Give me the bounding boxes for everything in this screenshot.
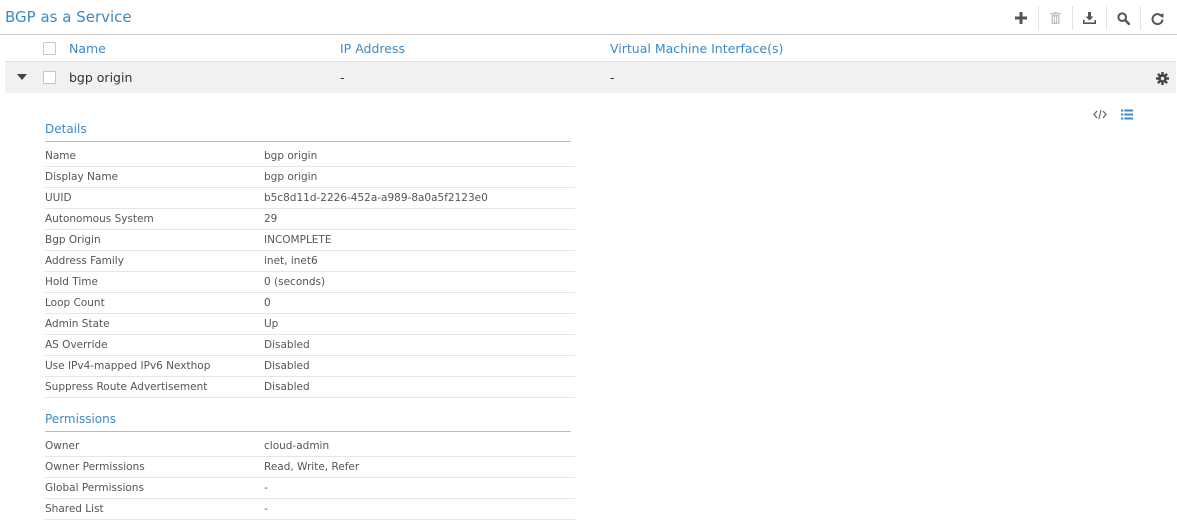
- detail-label: Admin State: [45, 318, 110, 330]
- detail-label: Shared List: [45, 503, 104, 515]
- detail-row: Address Family inet, inet6: [45, 251, 575, 272]
- refresh-icon: [1151, 12, 1164, 25]
- detail-value: Disabled: [264, 381, 310, 393]
- trash-icon: [1050, 12, 1061, 24]
- detail-row: Autonomous System 29: [45, 209, 575, 230]
- detail-value: INCOMPLETE: [264, 234, 332, 246]
- detail-value: Read, Write, Refer: [264, 461, 360, 473]
- download-icon: [1083, 12, 1096, 24]
- export-button[interactable]: [1072, 6, 1106, 30]
- detail-row: UUID b5c8d11d-2226-452a-a989-8a0a5f2123e0: [45, 188, 575, 209]
- row-checkbox[interactable]: [43, 71, 56, 84]
- detail-label: Display Name: [45, 171, 119, 183]
- detail-value: bgp origin: [264, 150, 318, 162]
- plus-icon: [1015, 12, 1027, 24]
- list-view-icon[interactable]: [1121, 105, 1133, 124]
- detail-label: Hold Time: [45, 276, 98, 288]
- search-button[interactable]: [1106, 6, 1140, 30]
- detail-value: 29: [264, 213, 278, 225]
- code-view-icon[interactable]: [1093, 105, 1107, 124]
- detail-value: b5c8d11d-2226-452a-a989-8a0a5f2123e0: [264, 192, 488, 204]
- delete-button[interactable]: [1038, 6, 1072, 30]
- detail-value: Disabled: [264, 339, 310, 351]
- select-all-checkbox[interactable]: [43, 42, 56, 55]
- expand-caret-icon[interactable]: [17, 74, 27, 80]
- detail-label: Use IPv4-mapped IPv6 Nexthop: [45, 360, 211, 372]
- detail-label: Name: [45, 150, 76, 162]
- detail-label: Autonomous System: [45, 213, 154, 225]
- gear-icon[interactable]: [1156, 70, 1169, 89]
- detail-value: 0 (seconds): [264, 276, 326, 288]
- detail-row: Global Permissions -: [45, 478, 575, 499]
- table-row[interactable]: bgp origin - -: [5, 61, 1176, 93]
- detail-row: Loop Count 0: [45, 293, 575, 314]
- detail-row: Hold Time 0 (seconds): [45, 272, 575, 293]
- permissions-section-title: Permissions: [45, 412, 116, 426]
- toolbar: [1004, 6, 1174, 30]
- detail-value: bgp origin: [264, 171, 318, 183]
- detail-label: UUID: [45, 192, 72, 204]
- detail-row: Suppress Route Advertisement Disabled: [45, 377, 575, 398]
- detail-label: Global Permissions: [45, 482, 144, 494]
- detail-label: Suppress Route Advertisement: [45, 381, 208, 393]
- column-header-name[interactable]: Name: [69, 41, 106, 56]
- row-vmi: -: [610, 70, 615, 85]
- row-name: bgp origin: [69, 70, 133, 85]
- detail-value: Up: [264, 318, 279, 330]
- detail-label: Owner: [45, 440, 80, 452]
- detail-row: AS Override Disabled: [45, 335, 575, 356]
- detail-view-toggles: [1093, 105, 1133, 124]
- detail-value: inet, inet6: [264, 255, 318, 267]
- detail-row: Use IPv4-mapped IPv6 Nexthop Disabled: [45, 356, 575, 377]
- refresh-button[interactable]: [1140, 6, 1174, 30]
- detail-value: -: [264, 482, 268, 494]
- detail-label: Owner Permissions: [45, 461, 145, 473]
- page-header: BGP as a Service: [0, 0, 1177, 35]
- detail-label: Address Family: [45, 255, 124, 267]
- detail-row: Owner cloud-admin: [45, 436, 575, 457]
- detail-row: Bgp Origin INCOMPLETE: [45, 230, 575, 251]
- search-icon: [1117, 11, 1130, 25]
- details-section-title: Details: [45, 122, 87, 136]
- grid-header: Name IP Address Virtual Machine Interfac…: [0, 36, 1177, 61]
- add-button[interactable]: [1004, 6, 1038, 30]
- detail-label: AS Override: [45, 339, 108, 351]
- page-title: BGP as a Service: [5, 8, 132, 26]
- column-header-ip-address[interactable]: IP Address: [340, 41, 405, 56]
- detail-row: Shared List -: [45, 499, 575, 520]
- detail-value: Disabled: [264, 360, 310, 372]
- detail-row: Display Name bgp origin: [45, 167, 575, 188]
- detail-label: Bgp Origin: [45, 234, 101, 246]
- detail-value: -: [264, 503, 268, 515]
- column-header-vmi[interactable]: Virtual Machine Interface(s): [610, 41, 783, 56]
- detail-label: Loop Count: [45, 297, 105, 309]
- details-divider: [45, 141, 571, 142]
- detail-value: 0: [264, 297, 271, 309]
- permissions-divider: [45, 431, 571, 432]
- row-ip-address: -: [340, 70, 345, 85]
- detail-row: Owner Permissions Read, Write, Refer: [45, 457, 575, 478]
- detail-value: cloud-admin: [264, 440, 330, 452]
- detail-row: Name bgp origin: [45, 146, 575, 167]
- detail-row: Admin State Up: [45, 314, 575, 335]
